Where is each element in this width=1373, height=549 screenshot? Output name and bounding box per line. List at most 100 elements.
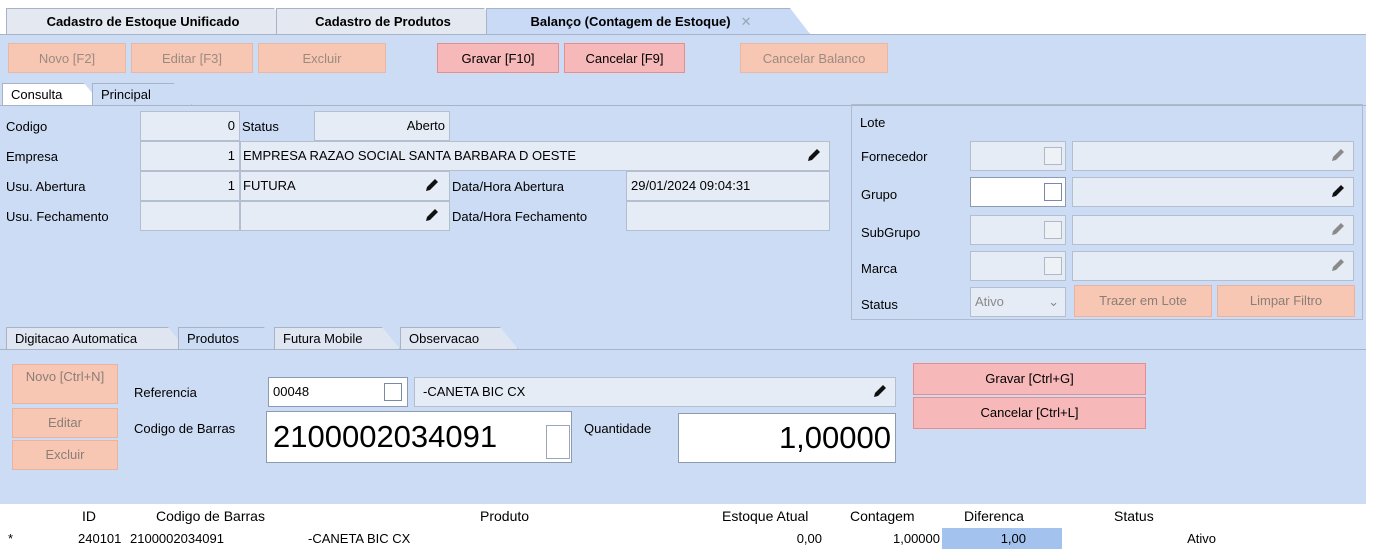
status-select-value: Ativo [975,294,1004,309]
tab-label: Observacao [409,331,480,346]
excluir-item-button[interactable]: Excluir [12,440,118,470]
tab-label: Balanço (Contagem de Estoque) [530,14,731,29]
quantidade-value: 1,00000 [778,420,891,455]
col-id[interactable]: ID [82,506,96,526]
tab-digitacao-automatica[interactable]: Digitacao Automatica [6,327,186,349]
usu-abertura-id-field[interactable]: 1 [140,171,240,201]
usu-abertura-label: Usu. Abertura [6,179,86,194]
tab-label: Consulta [11,87,63,102]
cell-id: 240101 [78,531,122,546]
lote-status-select[interactable]: Ativo ⌄ [970,287,1066,317]
cell-diferenca: 1,00 [942,528,1062,549]
referencia-desc-field[interactable]: -CANETA BIC CX [414,377,896,407]
main-panel: Novo [F2] Editar [F3] Excluir Gravar [F1… [0,34,1366,504]
limpar-filtro-button[interactable]: Limpar Filtro [1217,285,1355,317]
status-field[interactable]: Aberto [314,111,450,141]
trazer-em-lote-button[interactable]: Trazer em Lote [1074,285,1212,317]
quantidade-field[interactable]: 1,00000 [678,413,896,463]
empresa-name-field[interactable]: EMPRESA RAZAO SOCIAL SANTA BARBARA D OES… [240,141,830,171]
col-contagem[interactable]: Contagem [850,506,915,526]
editar-item-button[interactable]: Editar [12,408,118,438]
col-diferenca[interactable]: Diferenca [964,506,1024,526]
pencil-icon[interactable] [1330,257,1346,273]
subgrupo-name-field[interactable] [1072,215,1354,245]
tab-label: Principal [101,87,151,102]
row-marker: * [8,531,14,546]
empresa-label: Empresa [6,149,59,164]
dh-abertura-field[interactable]: 29/01/2024 09:04:31 [626,171,830,201]
tab-observacao[interactable]: Observacao [400,327,518,349]
gravar-item-button[interactable]: Gravar [Ctrl+G] [913,363,1146,395]
novo-item-button[interactable]: Novo [Ctrl+N] [12,364,118,404]
cancelar-balanco-button[interactable]: Cancelar Balanco [740,43,888,73]
pencil-icon[interactable] [872,383,888,399]
tab-label: Digitacao Automatica [15,331,138,346]
pencil-icon[interactable] [1330,221,1346,237]
grupo-name-field[interactable] [1072,177,1354,207]
empresa-name: EMPRESA RAZAO SOCIAL SANTA BARBARA D OES… [243,148,577,163]
fornecedor-label: Fornecedor [861,149,928,164]
col-status[interactable]: Status [1114,506,1154,526]
usu-fechamento-label: Usu. Fechamento [6,209,109,224]
referencia-label: Referencia [134,385,197,400]
search-icon[interactable] [1044,147,1062,165]
tab-label: Cadastro de Estoque Unificado [46,14,240,29]
codbarras-field[interactable]: 2100002034091 [266,411,572,463]
usu-abertura-name-field[interactable]: FUTURA [240,171,450,201]
search-icon[interactable] [1044,257,1062,275]
usu-fechamento-id-field[interactable] [140,201,240,231]
tab-balanco[interactable]: Balanço (Contagem de Estoque) ✕ [486,8,810,34]
pencil-icon[interactable] [1330,183,1346,199]
cell-contagem: 1,00000 [893,531,940,546]
col-produto[interactable]: Produto [480,506,529,526]
cell-estoque: 0,00 [796,531,822,546]
marca-label: Marca [861,261,898,276]
tab-label: Futura Mobile [283,331,363,346]
tab-label: Produtos [187,331,240,346]
marca-name-field[interactable] [1072,251,1354,281]
document-tabstrip: Cadastro de Estoque Unificado Cadastro d… [0,0,1373,35]
dh-fechamento-field[interactable] [626,201,830,231]
referencia-desc: -CANETA BIC CX [423,384,526,399]
pencil-icon[interactable] [424,177,440,193]
tab-cadastro-produtos[interactable]: Cadastro de Produtos [276,8,504,34]
search-icon[interactable] [1044,183,1062,201]
codigo-label: Codigo [6,119,48,134]
tab-divider [0,349,1366,350]
search-icon[interactable] [1044,221,1062,239]
lote-status-label: Status [861,297,898,312]
usu-fechamento-name-field[interactable] [240,201,450,231]
codigo-field[interactable]: 0 [140,111,240,141]
pencil-icon[interactable] [424,207,440,223]
pencil-icon[interactable] [1330,147,1346,163]
subgrupo-label: SubGrupo [861,225,921,240]
usu-abertura-name: FUTURA [243,178,296,193]
search-icon[interactable] [546,425,570,459]
dh-fechamento-label: Data/Hora Fechamento [452,209,588,224]
close-icon[interactable]: ✕ [741,14,752,29]
grupo-label: Grupo [861,187,898,202]
search-icon[interactable] [384,383,402,401]
status-label: Status [242,119,279,134]
pencil-icon[interactable] [806,147,822,163]
cancelar-button[interactable]: Cancelar [F9] [564,43,685,73]
tab-consulta[interactable]: Consulta [2,83,102,105]
fornecedor-name-field[interactable] [1072,141,1354,171]
quantidade-label: Quantidade [584,421,652,436]
tab-produtos[interactable]: Produtos [178,327,282,349]
col-codbarras[interactable]: Codigo de Barras [156,506,265,526]
excluir-button[interactable]: Excluir [258,43,386,73]
col-estoque-atual[interactable]: Estoque Atual [722,506,808,526]
editar-button[interactable]: Editar [F3] [131,43,253,73]
chevron-down-icon: ⌄ [1048,294,1059,309]
tab-futura-mobile[interactable]: Futura Mobile [274,327,400,349]
tab-label: Cadastro de Produtos [315,14,451,29]
tab-principal[interactable]: Principal [92,83,192,105]
novo-button[interactable]: Novo [F2] [8,43,126,73]
empresa-id-field[interactable]: 1 [140,141,240,171]
codbarras-label: Codigo de Barras [134,421,236,436]
gravar-button[interactable]: Gravar [F10] [437,43,559,73]
cell-codbarras: 2100002034091 [130,531,224,546]
tab-cadastro-estoque-unificado[interactable]: Cadastro de Estoque Unificado [6,8,294,34]
cancelar-item-button[interactable]: Cancelar [Ctrl+L] [913,397,1146,429]
